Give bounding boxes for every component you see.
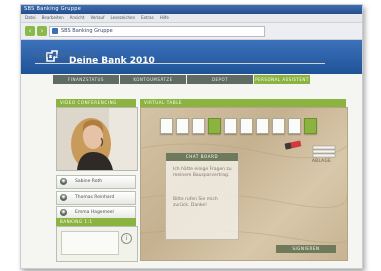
participant-name: Sabine Roth (75, 179, 103, 184)
sign-button[interactable]: Signieren (276, 245, 336, 253)
document-card[interactable] (176, 118, 189, 134)
participant-name: Emma Hagemeel (75, 210, 114, 215)
participant-name: Thomas Reinhard (75, 194, 115, 200)
banking-panel-header: Banking 1:1 (56, 218, 136, 226)
info-icon[interactable]: i (121, 233, 132, 244)
menu-bar: Datei Bearbeiten Ansicht Verlauf Lesezei… (21, 14, 362, 23)
window-title: SBS Banking Gruppe (24, 6, 82, 12)
document-card-selected[interactable] (208, 118, 221, 134)
menu-item-hilfe[interactable]: Hilfe (160, 14, 169, 22)
document-card[interactable] (192, 118, 205, 134)
document-cards (160, 118, 317, 134)
menu-item-verlauf[interactable]: Verlauf (90, 14, 104, 22)
video-panel-header: Video Conferencing (56, 99, 136, 107)
chat-message-2: Bitte rufen Sie mich zurück. Danke! (173, 197, 218, 208)
document-card[interactable] (160, 118, 173, 134)
breadcrumb: Kundenbetreuung (35, 54, 95, 59)
document-stack-icon[interactable] (312, 145, 336, 159)
document-card[interactable] (256, 118, 269, 134)
participant-list: ◉ Sabine Roth ◉ Thomas Reinhard ◉ Emma H… (56, 175, 136, 222)
document-card[interactable] (240, 118, 253, 134)
address-bar[interactable]: SBS Banking Gruppe (49, 26, 265, 37)
banking-panel: i (56, 226, 138, 262)
menu-item-lesezeichen[interactable]: Lesezeichen (110, 14, 135, 22)
section-divider (35, 63, 325, 64)
address-text: SBS Banking Gruppe (61, 28, 113, 34)
virtual-table-header: Virtual Table (140, 99, 346, 107)
window-titlebar: SBS Banking Gruppe (21, 5, 362, 14)
chat-message-1: Ich hätte einige Fragen zu meinem Bauspa… (173, 167, 232, 178)
main-tabs: Finanzstatus Kontoumsätze Depot Personal… (53, 75, 310, 84)
document-card-selected[interactable] (304, 118, 317, 134)
advisor-video-image (57, 108, 137, 170)
participant-item[interactable]: ◉ Sabine Roth (56, 175, 136, 189)
tab-personal-assistent[interactable]: Personal Assistent (254, 75, 310, 84)
site-icon (52, 28, 58, 34)
tab-finanzstatus[interactable]: Finanzstatus (53, 75, 119, 84)
camera-icon: ◉ (60, 209, 67, 216)
document-card[interactable] (288, 118, 301, 134)
ablage-label: Ablage (312, 158, 332, 163)
tab-kontoumsaetze[interactable]: Kontoumsätze (120, 75, 186, 84)
tab-depot[interactable]: Depot (187, 75, 253, 84)
menu-item-ansicht[interactable]: Ansicht (70, 14, 85, 22)
menu-item-bearbeiten[interactable]: Bearbeiten (42, 14, 64, 22)
browser-toolbar: ‹ › SBS Banking Gruppe (21, 23, 362, 40)
camera-icon: ◉ (60, 193, 67, 201)
forward-arrow-icon[interactable]: › (37, 26, 47, 36)
back-arrow-icon[interactable]: ‹ (25, 26, 35, 36)
chat-board-title: Chat Board (166, 153, 238, 161)
menu-item-datei[interactable]: Datei (25, 14, 36, 22)
document-card[interactable] (272, 118, 285, 134)
eraser-icon[interactable] (283, 140, 305, 150)
chat-board[interactable]: Chat Board Ich hätte einige Fragen zu me… (165, 152, 239, 240)
document-card[interactable] (224, 118, 237, 134)
menu-item-extras[interactable]: Extras (141, 14, 154, 22)
banking-input-area[interactable] (61, 231, 119, 255)
video-feed[interactable] (56, 107, 138, 171)
camera-icon: ◉ (60, 178, 67, 185)
participant-item[interactable]: ◉ Thomas Reinhard (56, 190, 136, 205)
